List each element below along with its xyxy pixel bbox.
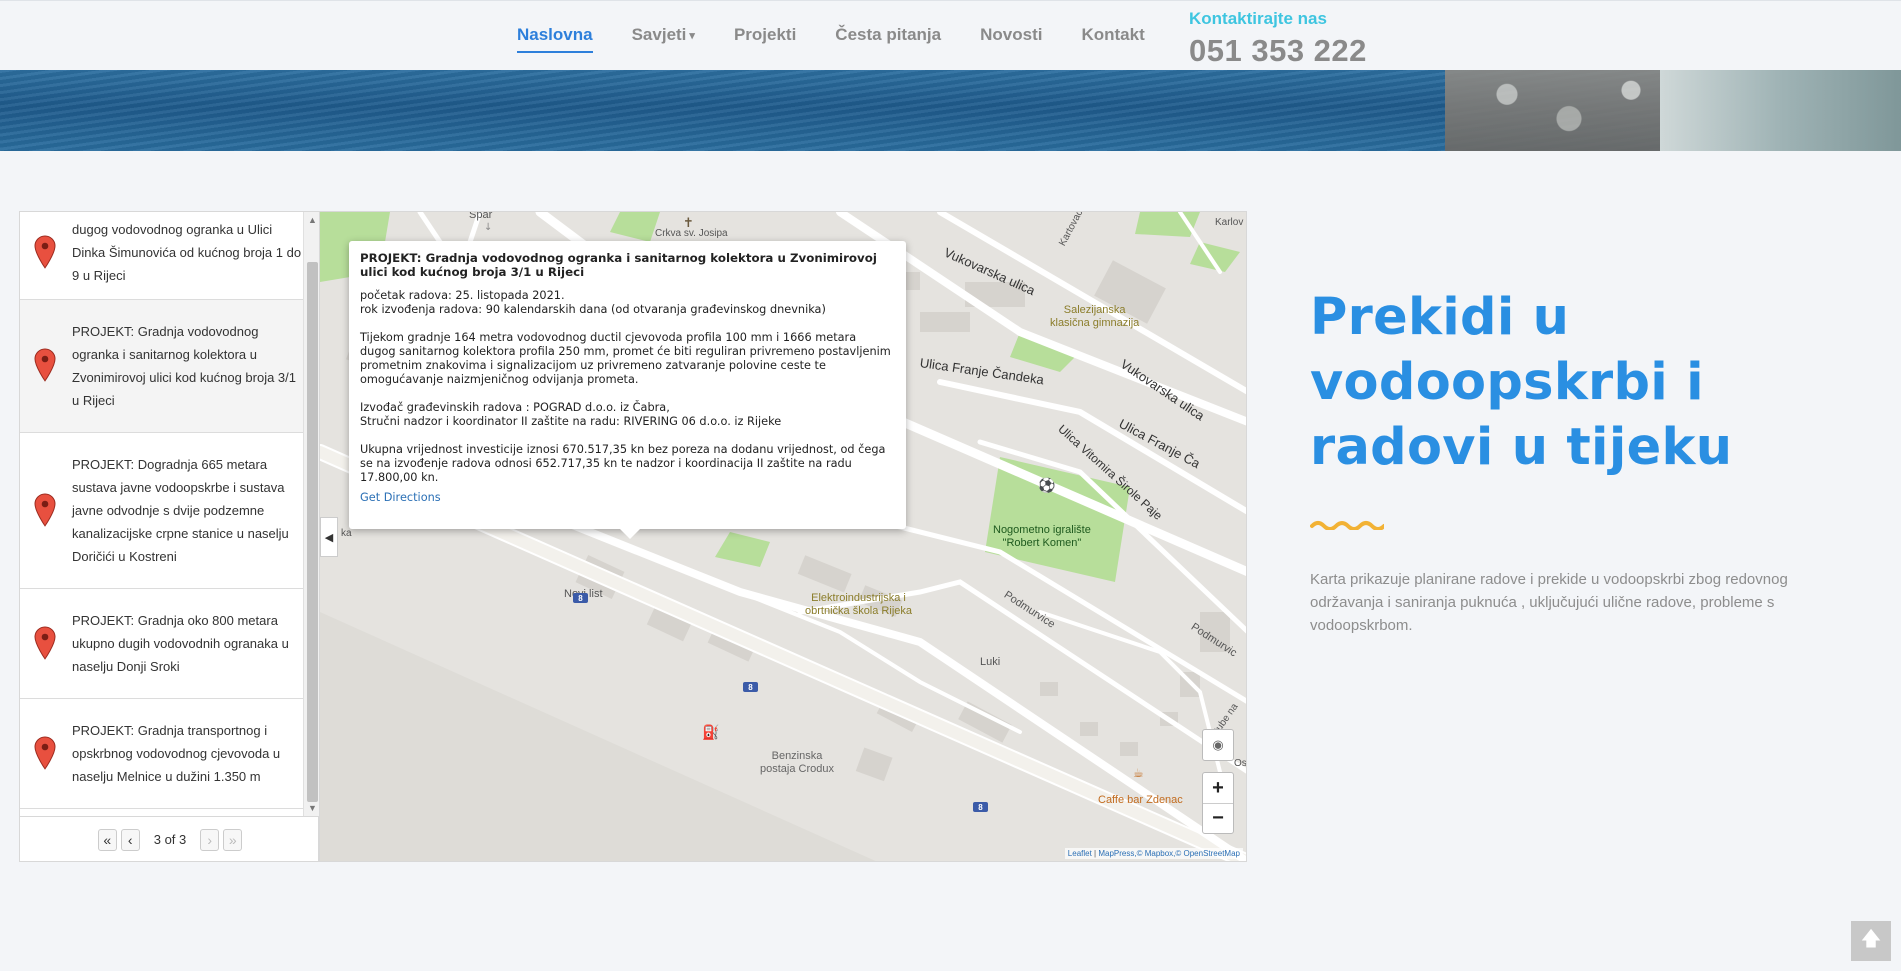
caret-left-icon: ◀ [324,531,334,544]
locate-button[interactable]: ◉ [1202,729,1234,761]
list-pager: « ‹ 3 of 3 › » [20,816,320,862]
info-popup: PROJEKT: Gradnja vodovodnog ogranka i sa… [349,241,906,539]
svg-text:☕: ☕ [1133,766,1144,780]
contact-block: Kontaktirajte nas 051 353 222 [1189,9,1367,69]
collapse-list-button[interactable]: ◀ [320,517,338,557]
nav-cesta-pitanja[interactable]: Česta pitanja [835,25,941,53]
nav-novosti[interactable]: Novosti [980,25,1042,53]
page-description: Karta prikazuje planirane radove i preki… [1310,571,1788,634]
svg-text:⚽: ⚽ [1037,477,1055,494]
page-info: 3 of 3 [153,832,187,847]
nav-projekti[interactable]: Projekti [734,25,796,53]
get-directions-link[interactable]: Get Directions [360,491,895,505]
popup-title: PROJEKT: Gradnja vodovodnog ogranka i sa… [360,251,877,279]
road-shield: 8 [573,593,588,603]
pier-image [1660,70,1901,151]
nav-kontakt[interactable]: Kontakt [1081,25,1144,53]
back-to-top-button[interactable]: 🡅 [1851,921,1891,961]
list-scrollbar[interactable]: ▲ ▼ [303,212,320,816]
map-marker-icon [34,234,56,269]
main-nav: Naslovna Savjeti ▾ Projekti Česta pitanja… [517,25,1184,53]
popup-contractor: Izvođač građevinskih radova : POGRAD d.o… [360,401,670,414]
map-attribution: Leaflet | MapPress,© Mapbox,© OpenStreet… [1064,848,1243,859]
nav-label: Naslovna [517,25,593,44]
last-page-button[interactable]: » [223,828,243,851]
road-shield: 8 [743,682,758,692]
nav-naslovna[interactable]: Naslovna [517,25,593,53]
map-label: Karlov [1215,217,1244,228]
map-label: Osno [1234,758,1247,769]
map-label: Elektroindustrijska i obrtnička škola Ri… [805,592,912,617]
nav-label: Česta pitanja [835,25,942,44]
popup-start: početak radova: 25. listopada 2021. [360,289,565,302]
list-item[interactable]: PROJEKT: Dogradnja 665 metara sustava ja… [20,433,303,589]
scroll-down-icon[interactable]: ▼ [308,803,317,813]
site-header: Naslovna Savjeti ▾ Projekti Česta pitanja… [0,0,1901,70]
scroll-thumb[interactable] [307,262,318,802]
popup-supervision: Stručni nadzor i koordinator II zaštite … [360,415,782,428]
project-list[interactable]: dugog vodovodnog ogranka u Ulici Dinka Š… [20,212,303,816]
road-shield: 8 [973,802,988,812]
nav-label: Projekti [733,25,797,44]
leaflet-link[interactable]: Leaflet [1068,849,1092,858]
map-marker-icon [34,348,56,382]
wave-divider-icon [1310,521,1384,530]
list-item-text: PROJEKT: Gradnja oko 800 metara ukupno d… [72,613,289,674]
map-marker-icon [34,492,56,527]
list-item-text: PROJEKT: Dogradnja 665 metara sustava ja… [72,457,289,564]
first-page-button[interactable]: « [97,828,117,851]
map-label: Salezijanska klasična gimnazija [1050,304,1140,329]
map-marker-icon [34,625,56,660]
map-label: ka [341,528,352,539]
map-label: Crkva sv. Josipa [655,228,728,239]
map-label: Luki [980,656,1001,668]
next-page-button[interactable]: › [200,828,220,851]
map-view[interactable]: ✝ ↓ ⚽ ⛽ ☕ Spar Crkva sv. Josipa Vukovars… [319,211,1247,862]
zoom-out-button[interactable]: − [1203,803,1233,833]
popup-body: Tijekom gradnje 164 metra vodovodnog duc… [360,331,891,386]
nav-label: Kontakt [1081,25,1145,44]
project-list-panel: dugog vodovodnog ogranka u Ulici Dinka Š… [19,211,320,862]
locate-icon: ◉ [1212,737,1224,752]
prev-page-button[interactable]: ‹ [120,828,140,851]
list-item-text: PROJEKT: Gradnja vodovodnog ogranka i sa… [72,324,296,408]
chevron-down-icon: ▾ [689,29,695,42]
list-item[interactable]: PROJEKT: Gradnja vodovodnog ogranka i sa… [20,300,303,433]
list-item-text: PROJEKT: Gradnja transportnog i opskrbno… [72,723,281,784]
nav-label: Novosti [980,25,1043,44]
list-item[interactable]: dugog vodovodnog ogranka u Ulici Dinka Š… [20,212,303,300]
map-label: Spar [469,211,493,221]
popup-duration: rok izvođenja radova: 90 kalendarskih da… [360,303,826,316]
arrow-up-icon: 🡅 [1860,928,1882,950]
map-marker-icon [34,735,56,770]
svg-text:⛽: ⛽ [702,724,719,741]
attribution-links[interactable]: MapPress,© Mapbox,© OpenStreetMap [1098,849,1240,858]
contact-label: Kontaktirajte nas [1189,9,1327,28]
map-label: Nogometno igralište "Robert Komen" [993,524,1091,549]
popup-value: Ukupna vrijednost investicije iznosi 670… [360,443,886,484]
scroll-up-icon[interactable]: ▲ [308,215,317,225]
map-label: Caffe bar Zdenac [1098,794,1183,806]
zoom-in-button[interactable]: + [1203,773,1233,803]
hero-banner [0,70,1901,151]
contact-phone[interactable]: 051 353 222 [1189,33,1367,69]
svg-text:↓: ↓ [484,222,492,233]
page-heading: Prekidi u vodoopskrbi i radovi u tijeku [1310,288,1733,477]
zoom-control: + − [1202,772,1234,834]
list-item-text: dugog vodovodnog ogranka u Ulici Dinka Š… [72,222,302,283]
list-item[interactable]: PROJEKT: Gradnja transportnog i opskrbno… [20,699,303,809]
nav-savjeti[interactable]: Savjeti ▾ [632,25,695,53]
nav-label: Savjeti [631,25,687,44]
list-item[interactable]: PROJEKT: Gradnja oko 800 metara ukupno d… [20,589,303,699]
map-label: Benzinska postaja Crodux [760,750,834,775]
